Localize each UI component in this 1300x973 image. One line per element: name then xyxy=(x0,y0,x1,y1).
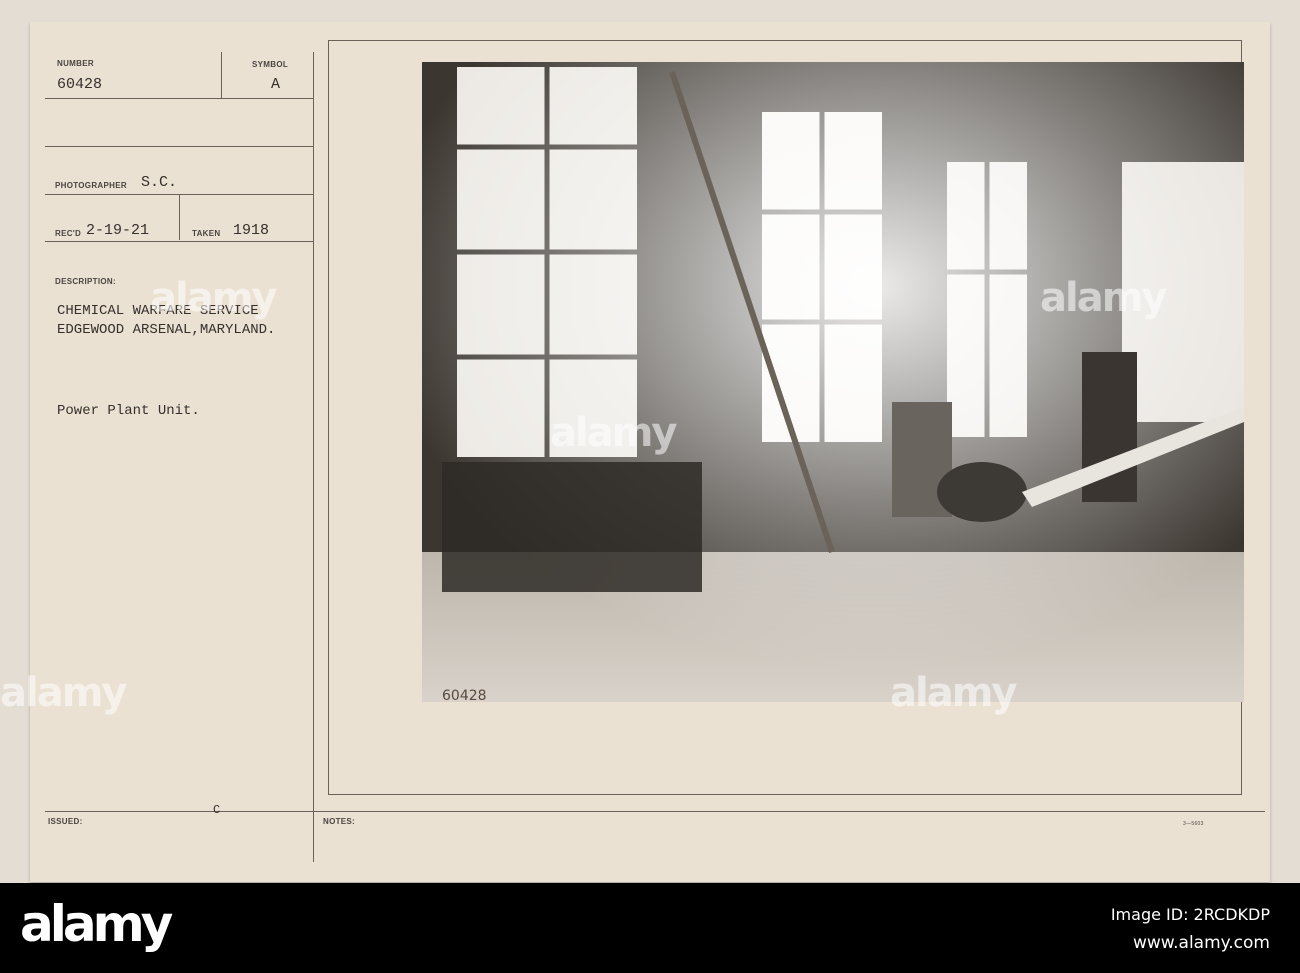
watermark: alamy xyxy=(150,275,277,321)
photo-inscription: 60428 xyxy=(442,688,487,702)
symbol-value: A xyxy=(271,76,281,93)
recd-label: REC'D xyxy=(55,229,82,238)
photographer-value: S.C. xyxy=(141,174,178,191)
watermark: alamy xyxy=(1040,275,1167,321)
number-value: 60428 xyxy=(57,76,103,93)
issued-mark: C xyxy=(213,803,221,817)
footer-banner: alamy Image ID: 2RCDKDP www.alamy.com xyxy=(0,883,1300,973)
divider xyxy=(179,194,180,240)
watermark: alamy xyxy=(0,670,127,716)
watermark: alamy xyxy=(890,670,1017,716)
divider xyxy=(45,241,313,242)
form-code: 3—5603 xyxy=(1183,821,1204,827)
caption: Power Plant Unit. xyxy=(57,403,200,419)
site-url[interactable]: www.alamy.com xyxy=(1133,933,1270,953)
photograph-power-plant: 60428 xyxy=(422,62,1244,702)
divider xyxy=(45,146,313,147)
image-id: Image ID: 2RCDKDP xyxy=(1110,905,1270,924)
recd-value: 2-19-21 xyxy=(86,222,150,239)
watermark: alamy xyxy=(550,410,677,456)
alamy-logo: alamy xyxy=(20,895,173,953)
divider xyxy=(45,98,313,99)
photographer-label: PHOTOGRAPHER xyxy=(55,181,127,190)
description-line-2: EDGEWOOD ARSENAL,MARYLAND. xyxy=(57,322,276,338)
divider xyxy=(45,811,1265,812)
taken-value: 1918 xyxy=(233,222,270,239)
description-label: DESCRIPTION: xyxy=(55,277,116,286)
issued-label: ISSUED: xyxy=(48,817,83,826)
number-label: NUMBER xyxy=(57,59,94,68)
notes-label: NOTES: xyxy=(323,817,356,826)
divider xyxy=(313,52,314,862)
divider xyxy=(221,52,222,98)
symbol-label: SYMBOL xyxy=(252,60,289,69)
taken-label: TAKEN xyxy=(192,229,221,238)
